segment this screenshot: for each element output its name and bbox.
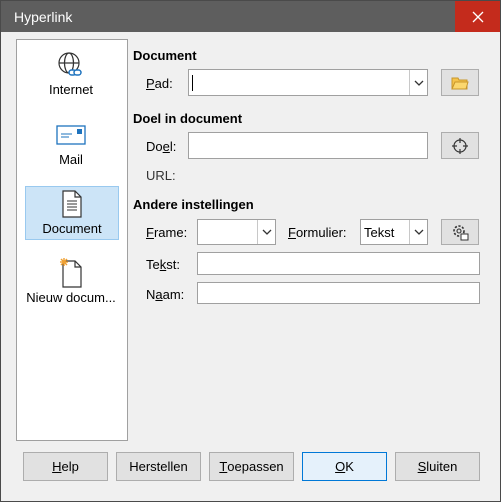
url-label: URL:	[146, 168, 176, 183]
close-icon	[472, 11, 483, 22]
hyperlink-type-sidebar: Internet Mail Document Nieuw docum...	[16, 39, 128, 441]
crosshair-icon	[452, 137, 468, 154]
window-title: Hyperlink	[14, 9, 73, 25]
title-bar: Hyperlink	[1, 1, 500, 32]
sidebar-item-internet[interactable]: Internet	[25, 48, 117, 100]
sidebar-item-label: Nieuw docum...	[26, 290, 116, 305]
path-label: Pad:	[146, 76, 173, 91]
document-icon	[59, 189, 85, 219]
form-selected-value: Tekst	[364, 225, 395, 240]
sidebar-item-label: Internet	[48, 82, 94, 97]
open-file-button[interactable]	[441, 69, 479, 96]
target-field[interactable]	[188, 132, 428, 159]
sidebar-item-label: Mail	[59, 152, 83, 167]
target-heading: Doel in document	[133, 111, 243, 126]
form-label: Formulier:	[288, 225, 347, 240]
sidebar-item-document[interactable]: Document	[25, 186, 119, 240]
events-button[interactable]	[441, 219, 479, 245]
target-in-document-button[interactable]	[441, 132, 479, 159]
apply-button[interactable]: Toepassen	[209, 452, 294, 481]
ok-button[interactable]: OK	[302, 452, 387, 481]
help-button[interactable]: Help	[23, 452, 108, 481]
form-combobox[interactable]: Tekst	[360, 219, 428, 245]
sidebar-item-mail[interactable]: Mail	[25, 118, 117, 170]
target-label: Doel:	[146, 139, 177, 154]
close-window-button[interactable]	[455, 1, 500, 32]
envelope-icon	[55, 120, 87, 150]
frame-label: Frame:	[146, 225, 188, 240]
chevron-down-icon[interactable]	[409, 220, 427, 244]
macro-gear-icon	[453, 225, 469, 241]
chevron-down-icon[interactable]	[409, 70, 427, 95]
new-document-icon	[57, 258, 85, 288]
other-settings-heading: Andere instellingen	[133, 197, 254, 212]
text-label: Tekst:	[146, 257, 180, 272]
folder-icon	[451, 77, 469, 89]
hyperlink-dialog: Hyperlink Internet Mail Document Nieuw d…	[0, 0, 501, 502]
globe-link-icon	[56, 50, 86, 80]
chevron-down-icon[interactable]	[257, 220, 275, 244]
close-button[interactable]: Sluiten	[395, 452, 480, 481]
text-cursor	[192, 75, 193, 91]
name-field[interactable]	[197, 282, 480, 304]
name-label: Naam:	[146, 287, 185, 302]
reset-button[interactable]: Herstellen	[116, 452, 201, 481]
path-combobox[interactable]	[188, 69, 428, 96]
sidebar-item-new-document[interactable]: Nieuw docum...	[25, 256, 117, 308]
text-field[interactable]	[197, 252, 480, 275]
frame-combobox[interactable]	[197, 219, 276, 245]
document-heading: Document	[133, 48, 197, 63]
sidebar-item-label: Document	[42, 221, 102, 236]
